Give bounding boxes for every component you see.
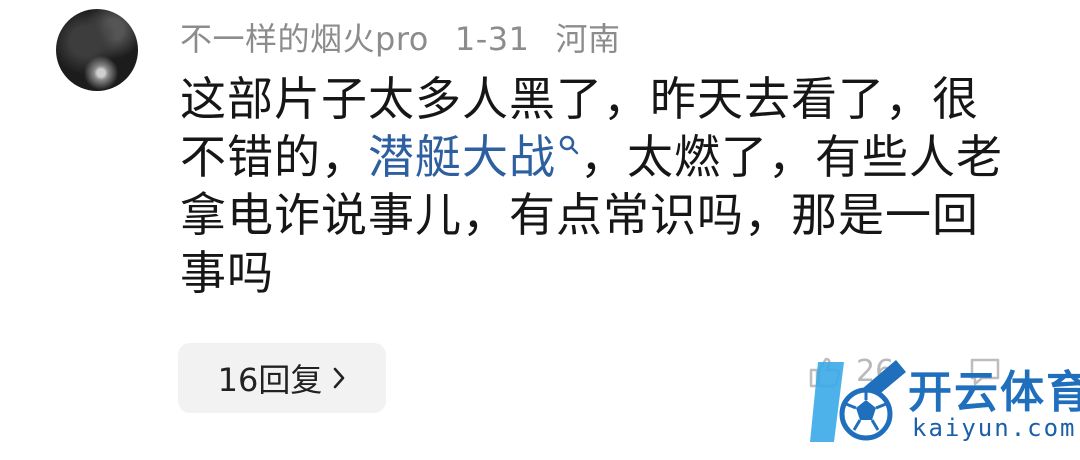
- comment-text: 这部片子太多人黑了，昨天去看了，很不错的，潜艇大战 ，太燃了，有些人老拿电诈说事儿…: [180, 70, 1010, 302]
- comment-date: 1-31: [454, 20, 530, 58]
- movie-search-link[interactable]: 潜艇大战: [368, 130, 580, 184]
- movie-search-link-label: 潜艇大战: [368, 130, 556, 184]
- chevron-right-icon: [334, 367, 345, 389]
- kaiyun-logo-icon: [810, 360, 906, 442]
- replies-button[interactable]: 16回复: [178, 343, 386, 413]
- watermark-url: kaiyun.com: [912, 414, 1077, 442]
- watermark-brand: 开云体育: [908, 367, 1080, 418]
- comment-meta: 不一样的烟火pro 1-31 河南: [180, 14, 647, 60]
- replies-label: 16回复: [217, 361, 323, 399]
- comment-location: 河南: [555, 20, 621, 58]
- search-icon: [559, 135, 579, 155]
- watermark: 开云体育 kaiyun.com: [808, 352, 1080, 452]
- username[interactable]: 不一样的烟火pro: [180, 20, 429, 58]
- avatar[interactable]: [56, 9, 138, 91]
